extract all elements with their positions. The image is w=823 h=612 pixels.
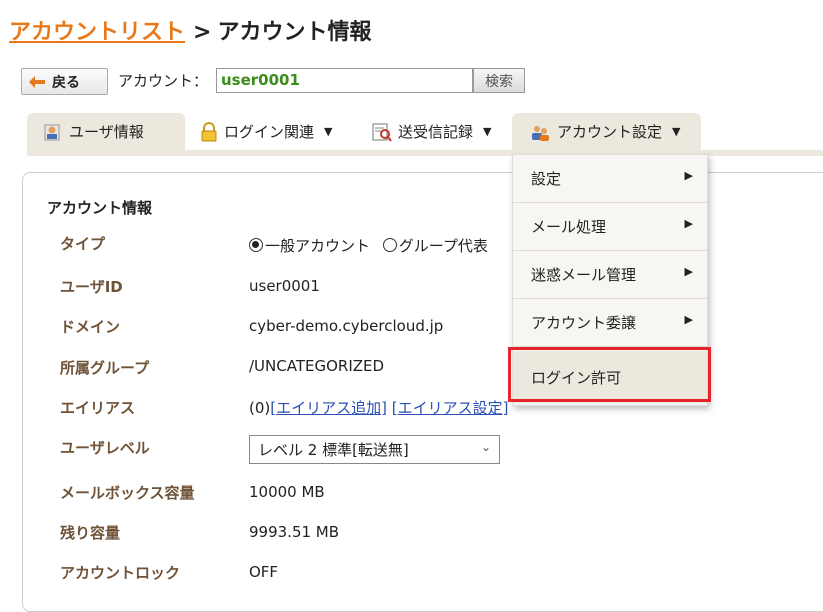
user-level-value: レベル 2 標準[転送無] xyxy=(258,441,409,459)
section-title: アカウント情報 xyxy=(47,199,153,217)
chevron-down-icon: ▼ xyxy=(483,125,492,138)
menu-item-label: メール処理 xyxy=(531,218,607,236)
user-level-label: ユーザレベル xyxy=(60,439,150,457)
menu-item-spam-management[interactable]: 迷惑メール管理 ▶ xyxy=(513,251,707,299)
alias-value: (0)[エイリアス追加] [エイリアス設定] xyxy=(249,397,508,418)
chevron-right-icon: ▶ xyxy=(684,313,693,326)
breadcrumb-current: アカウント情報 xyxy=(217,20,372,45)
tab-user-info[interactable]: ユーザ情報 xyxy=(27,113,185,150)
userid-value: user0001 xyxy=(249,277,320,295)
chevron-down-icon: ▼ xyxy=(324,125,333,138)
tab-account-settings-label: アカウント設定 xyxy=(557,123,663,141)
chevron-right-icon: ▶ xyxy=(684,217,693,230)
breadcrumb-account-list-link[interactable]: アカウントリスト xyxy=(9,20,185,45)
alias-add-link[interactable]: [エイリアス追加] xyxy=(270,399,387,417)
mailbox-capacity-label: メールボックス容量 xyxy=(60,484,195,502)
type-options: 一般アカウント グループ代表 xyxy=(249,235,488,256)
menu-item-label: 迷惑メール管理 xyxy=(531,266,637,284)
remaining-capacity-label: 残り容量 xyxy=(60,524,121,542)
tab-send-receive-log-label: 送受信記録 xyxy=(398,123,474,141)
highlight-box xyxy=(508,347,711,402)
account-lock-label: アカウントロック xyxy=(60,564,181,582)
menu-item-settings[interactable]: 設定 ▶ xyxy=(513,155,707,203)
user-icon xyxy=(43,122,63,142)
userid-label: ユーザID xyxy=(60,278,123,296)
tab-user-info-label: ユーザ情報 xyxy=(69,123,144,141)
alias-label: エイリアス xyxy=(60,399,136,417)
lock-icon xyxy=(200,121,218,142)
tab-login-label: ログイン関連 xyxy=(224,123,315,141)
domain-label: ドメイン xyxy=(60,318,121,336)
chevron-down-icon: ⌄ xyxy=(480,440,491,454)
group-value: /UNCATEGORIZED xyxy=(249,357,385,375)
mailbox-capacity-value: 10000 MB xyxy=(249,483,325,501)
type-option-group: グループ代表 xyxy=(398,237,488,255)
remaining-capacity-value: 9993.51 MB xyxy=(249,523,340,541)
account-lock-value: OFF xyxy=(249,563,279,581)
domain-value: cyber-demo.cybercloud.jp xyxy=(249,317,444,335)
account-label: アカウント： xyxy=(118,72,209,90)
alias-settings-link[interactable]: [エイリアス設定] xyxy=(392,399,509,417)
menu-item-account-delegation[interactable]: アカウント委譲 ▶ xyxy=(513,299,707,347)
back-button-label: 戻る xyxy=(52,74,80,91)
account-input[interactable]: user0001 xyxy=(216,68,473,93)
log-search-icon xyxy=(372,122,392,142)
search-button[interactable]: 検索 xyxy=(473,68,525,93)
chevron-down-icon: ▼ xyxy=(672,125,681,138)
users-gear-icon xyxy=(529,122,551,142)
type-label: タイプ xyxy=(60,235,106,253)
radio-general-account[interactable] xyxy=(249,238,263,252)
menu-item-mail-processing[interactable]: メール処理 ▶ xyxy=(513,203,707,251)
chevron-right-icon: ▶ xyxy=(684,265,693,278)
menu-item-label: アカウント委譲 xyxy=(531,314,637,332)
tab-login[interactable]: ログイン関連 ▼ xyxy=(200,113,332,150)
breadcrumb-separator: > xyxy=(193,20,212,45)
group-label: 所属グループ xyxy=(60,359,150,377)
user-level-select[interactable]: レベル 2 標準[転送無] ⌄ xyxy=(249,435,500,464)
chevron-right-icon: ▶ xyxy=(684,169,693,182)
menu-item-label: 設定 xyxy=(531,170,562,188)
tab-account-settings[interactable]: アカウント設定 ▼ xyxy=(512,113,701,150)
type-option-general: 一般アカウント xyxy=(265,237,371,255)
back-button[interactable]: 戻る xyxy=(21,68,108,95)
radio-group-representative[interactable] xyxy=(382,238,397,252)
alias-count: (0) xyxy=(249,399,271,417)
arrow-left-icon xyxy=(29,75,45,88)
page-title: アカウントリスト > アカウント情報 xyxy=(9,14,371,46)
tab-send-receive-log[interactable]: 送受信記録 ▼ xyxy=(372,113,491,150)
